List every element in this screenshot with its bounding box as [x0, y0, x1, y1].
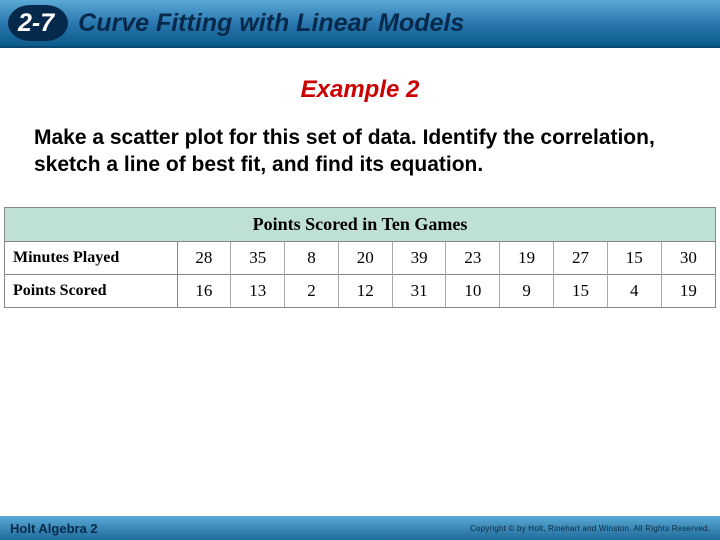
table-title: Points Scored in Ten Games [5, 208, 715, 242]
row-label: Minutes Played [5, 242, 177, 275]
instruction-text: Make a scatter plot for this set of data… [34, 124, 686, 179]
table-cell: 12 [338, 274, 392, 307]
table-cell: 15 [607, 242, 661, 275]
row-label: Points Scored [5, 274, 177, 307]
footer-book-title: Holt Algebra 2 [10, 521, 98, 536]
table-cell: 16 [177, 274, 231, 307]
table-cell: 30 [661, 242, 715, 275]
lesson-title: Curve Fitting with Linear Models [78, 9, 464, 38]
table-cell: 2 [285, 274, 339, 307]
data-table-container: Points Scored in Ten Games Minutes Playe… [4, 207, 716, 308]
table-row: Minutes Played 28 35 8 20 39 23 19 27 15… [5, 242, 715, 275]
table-cell: 19 [500, 242, 554, 275]
table-cell: 27 [554, 242, 608, 275]
table-cell: 10 [446, 274, 500, 307]
data-table-region: Points Scored in Ten Games Minutes Playe… [0, 207, 720, 308]
table-cell: 4 [607, 274, 661, 307]
table-cell: 39 [392, 242, 446, 275]
example-heading: Example 2 [0, 76, 720, 104]
table-cell: 13 [231, 274, 285, 307]
table-cell: 35 [231, 242, 285, 275]
table-cell: 19 [661, 274, 715, 307]
footer-copyright: Copyright © by Holt, Rinehart and Winsto… [470, 524, 710, 533]
lesson-number-badge: 2-7 [8, 5, 68, 41]
table-row: Points Scored 16 13 2 12 31 10 9 15 4 19 [5, 274, 715, 307]
table-cell: 31 [392, 274, 446, 307]
lesson-number: 2-7 [18, 9, 54, 38]
table-cell: 23 [446, 242, 500, 275]
lesson-header: 2-7 Curve Fitting with Linear Models [0, 0, 720, 48]
table-cell: 9 [500, 274, 554, 307]
data-table: Minutes Played 28 35 8 20 39 23 19 27 15… [5, 242, 715, 307]
table-cell: 8 [285, 242, 339, 275]
table-cell: 28 [177, 242, 231, 275]
table-cell: 20 [338, 242, 392, 275]
footer: Holt Algebra 2 Copyright © by Holt, Rine… [0, 516, 720, 540]
table-cell: 15 [554, 274, 608, 307]
